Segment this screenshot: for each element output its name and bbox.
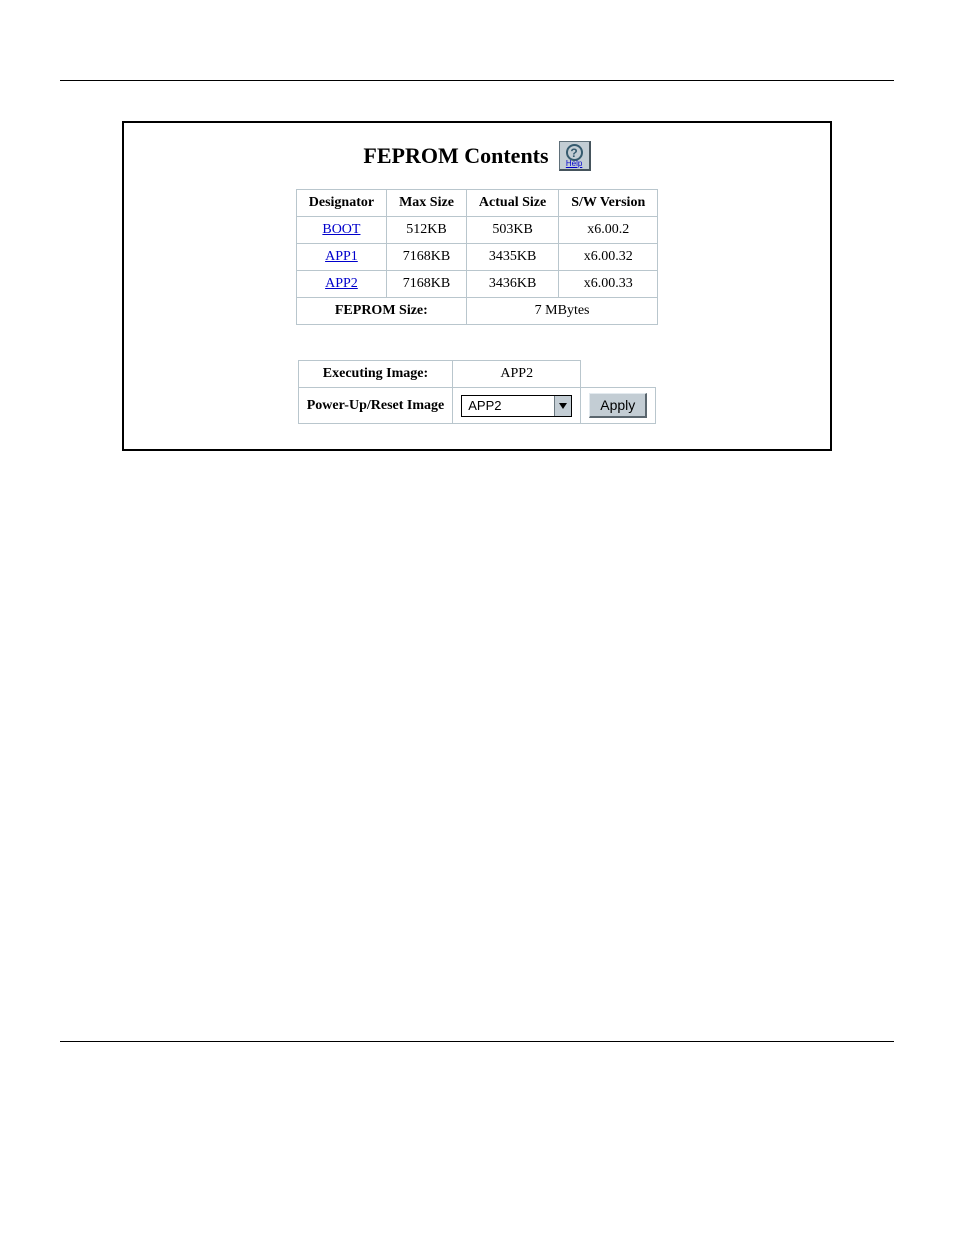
col-designator: Designator <box>296 190 386 217</box>
col-max-size: Max Size <box>387 190 467 217</box>
table-header-row: Designator Max Size Actual Size S/W Vers… <box>296 190 657 217</box>
col-actual-size: Actual Size <box>466 190 558 217</box>
help-icon: ? <box>566 144 583 161</box>
table-row: APP1 7168KB 3435KB x6.00.32 <box>296 244 657 271</box>
image-form: Executing Image: APP2 Power-Up/Reset Ima… <box>298 360 657 424</box>
help-label: Help <box>566 160 582 168</box>
cell-max-size: 7168KB <box>387 271 467 298</box>
cell-actual-size: 503KB <box>466 217 558 244</box>
chevron-down-icon <box>554 396 571 416</box>
bottom-rule <box>60 1041 894 1042</box>
cell-sw-version: x6.00.33 <box>559 271 658 298</box>
feprom-size-value: 7 MBytes <box>466 298 657 325</box>
reset-image-value: APP2 <box>462 396 554 416</box>
cell-max-size: 7168KB <box>387 244 467 271</box>
table-row: BOOT 512KB 503KB x6.00.2 <box>296 217 657 244</box>
feprom-size-label: FEPROM Size: <box>296 298 466 325</box>
reset-image-label: Power-Up/Reset Image <box>298 388 453 424</box>
feprom-panel: FEPROM Contents ? Help Designator Max Si… <box>122 121 832 451</box>
table-row: APP2 7168KB 3436KB x6.00.33 <box>296 271 657 298</box>
designator-link-boot[interactable]: BOOT <box>322 222 360 237</box>
reset-image-select[interactable]: APP2 <box>461 395 572 417</box>
executing-row: Executing Image: APP2 <box>298 361 656 388</box>
executing-image-label: Executing Image: <box>298 361 453 388</box>
col-sw-version: S/W Version <box>559 190 658 217</box>
reset-image-cell: APP2 <box>453 388 581 424</box>
designator-link-app1[interactable]: APP1 <box>325 249 358 264</box>
title-row: FEPROM Contents ? Help <box>134 141 820 171</box>
apply-button[interactable]: Apply <box>589 393 647 418</box>
cell-actual-size: 3436KB <box>466 271 558 298</box>
apply-cell: Apply <box>581 388 656 424</box>
executing-image-value: APP2 <box>453 361 581 388</box>
cell-sw-version: x6.00.32 <box>559 244 658 271</box>
help-button[interactable]: ? Help <box>559 141 591 171</box>
cell-actual-size: 3435KB <box>466 244 558 271</box>
feprom-table: Designator Max Size Actual Size S/W Vers… <box>296 189 658 325</box>
cell-max-size: 512KB <box>387 217 467 244</box>
page-title: FEPROM Contents <box>363 143 548 169</box>
cell-sw-version: x6.00.2 <box>559 217 658 244</box>
reset-row: Power-Up/Reset Image APP2 Apply <box>298 388 656 424</box>
table-size-row: FEPROM Size: 7 MBytes <box>296 298 657 325</box>
top-rule <box>60 80 894 81</box>
designator-link-app2[interactable]: APP2 <box>325 276 358 291</box>
